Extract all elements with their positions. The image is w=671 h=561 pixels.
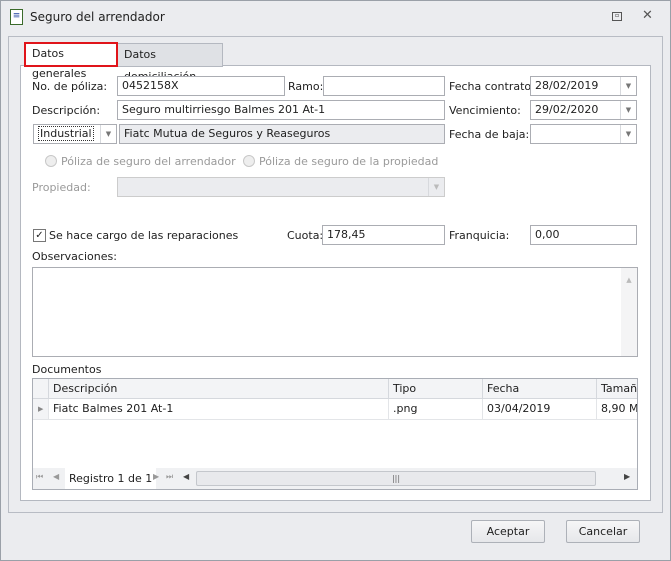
next-record-icon[interactable]: ▶ <box>153 472 159 481</box>
poliza-label: No. de póliza: <box>32 80 108 93</box>
row-indicator-header <box>33 379 49 399</box>
tab-datos-generales[interactable]: Datos generales <box>24 42 118 80</box>
tipo-combo[interactable]: Industrial ▼ <box>33 124 117 144</box>
aseguradora-field[interactable]: Fiatc Mutua de Seguros y Reaseguros <box>119 124 445 144</box>
column-header-tamano[interactable]: Tamaño <box>597 379 637 399</box>
horizontal-scrollbar-thumb[interactable]: ||| <box>196 471 596 486</box>
ramo-input[interactable] <box>323 76 445 96</box>
column-header-fecha[interactable]: Fecha <box>483 379 597 399</box>
radio-arrendador[interactable] <box>45 155 57 167</box>
descripcion-label: Descripción: <box>32 104 101 117</box>
tab-datos-domiciliacion[interactable]: Datos domiciliación <box>117 43 223 83</box>
table-cell[interactable]: 03/04/2019 <box>483 399 597 420</box>
accept-button[interactable]: Aceptar <box>471 520 545 543</box>
scroll-left-icon[interactable]: ◀ <box>183 472 189 481</box>
documents-grid: Descripción Tipo Fecha Tamaño ▶ Fiatc Ba… <box>32 378 638 490</box>
table-cell[interactable]: 8,90 MB <box>597 399 637 420</box>
window-title: Seguro del arrendador <box>30 10 165 24</box>
table-cell[interactable]: Fiatc Balmes 201 At-1 <box>49 399 389 420</box>
vencimiento-label: Vencimiento: <box>449 104 521 117</box>
chevron-down-icon[interactable]: ▼ <box>620 77 636 95</box>
cancel-button[interactable]: Cancelar <box>566 520 640 543</box>
documentos-label: Documentos <box>32 363 102 376</box>
descripcion-input[interactable]: Seguro multirriesgo Balmes 201 At-1 <box>117 100 445 120</box>
grid-navigator: ⏮ ◀ Registro 1 de 1 ▶ ⏭ ◀ ||| ▶ <box>33 468 637 489</box>
franquicia-input[interactable]: 0,00 <box>530 225 637 245</box>
tipo-value: Industrial <box>38 126 94 141</box>
radio-arrendador-label: Póliza de seguro del arrendador <box>61 155 236 168</box>
radio-propiedad[interactable] <box>243 155 255 167</box>
fecha-contrato-value: 28/02/2019 <box>535 79 599 92</box>
fecha-contrato-label: Fecha contrato: <box>449 80 535 93</box>
vencimiento-value: 29/02/2020 <box>535 103 599 116</box>
reparaciones-label: Se hace cargo de las reparaciones <box>49 229 239 242</box>
first-record-icon[interactable]: ⏮ <box>36 472 43 482</box>
radio-propiedad-label: Póliza de seguro de la propiedad <box>259 155 439 168</box>
vencimiento-picker[interactable]: 29/02/2020 ▼ <box>530 100 637 120</box>
franquicia-label: Franquicia: <box>449 229 510 242</box>
cuota-input[interactable]: 178,45 <box>322 225 445 245</box>
fecha-contrato-picker[interactable]: 28/02/2019 ▼ <box>530 76 637 96</box>
observaciones-label: Observaciones: <box>32 250 117 263</box>
app-icon: ≡ <box>10 9 23 25</box>
column-header-tipo[interactable]: Tipo <box>389 379 483 399</box>
chevron-down-icon[interactable]: ▼ <box>428 178 444 196</box>
close-icon[interactable]: ✕ <box>642 8 653 23</box>
last-record-icon[interactable]: ⏭ <box>166 472 173 482</box>
record-counter: Registro 1 de 1 <box>65 468 157 489</box>
propiedad-label: Propiedad: <box>32 181 91 194</box>
cuota-label: Cuota: <box>287 229 324 242</box>
fecha-baja-picker[interactable]: ▼ <box>530 124 637 144</box>
column-header-descripcion[interactable]: Descripción <box>49 379 389 399</box>
poliza-input[interactable]: 0452158X <box>117 76 285 96</box>
observaciones-textarea[interactable]: ▲▼ <box>32 267 638 357</box>
ramo-label: Ramo: <box>288 80 324 93</box>
fecha-baja-label: Fecha de baja: <box>449 128 530 141</box>
chevron-down-icon[interactable]: ▼ <box>620 125 636 143</box>
table-cell[interactable]: .png <box>389 399 483 420</box>
scroll-right-icon[interactable]: ▶ <box>624 472 630 481</box>
chevron-down-icon[interactable]: ▼ <box>100 125 116 143</box>
chevron-down-icon[interactable]: ▼ <box>620 101 636 119</box>
propiedad-combo[interactable]: ▼ <box>117 177 445 197</box>
scrollbar[interactable]: ▲▼ <box>621 268 637 356</box>
row-indicator-icon: ▶ <box>33 399 49 420</box>
restore-icon[interactable]: ▫ <box>612 12 622 21</box>
reparaciones-checkbox[interactable]: ✓ <box>33 229 46 242</box>
prev-record-icon[interactable]: ◀ <box>53 472 59 481</box>
